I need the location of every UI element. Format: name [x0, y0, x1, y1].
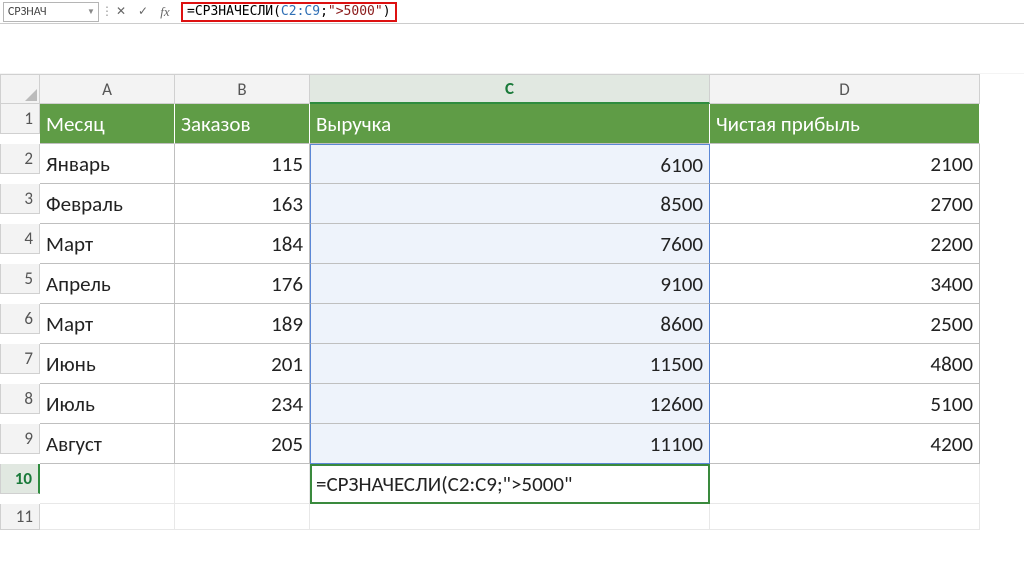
cell-A5[interactable]: Апрель [40, 264, 175, 304]
row-header[interactable]: 8 [0, 384, 40, 414]
cell-B6[interactable]: 189 [175, 304, 310, 344]
cell-D11[interactable] [710, 504, 980, 530]
cell-C11[interactable] [310, 504, 710, 530]
cell-D1[interactable]: Чистая прибыль [710, 104, 980, 144]
cell-C1[interactable]: Выручка [310, 104, 710, 144]
cell-B2[interactable]: 115 [175, 144, 310, 184]
cell-A2[interactable]: Январь [40, 144, 175, 184]
cell-B3[interactable]: 163 [175, 184, 310, 224]
cell-D7[interactable]: 4800 [710, 344, 980, 384]
cell-C7[interactable]: 11500 [310, 344, 710, 384]
cell-D6[interactable]: 2500 [710, 304, 980, 344]
name-box-dropdown-icon[interactable]: ▼ [84, 7, 98, 17]
cell-C5[interactable]: 9100 [310, 264, 710, 304]
row-header[interactable]: 11 [0, 504, 40, 530]
row-header[interactable]: 9 [0, 424, 40, 454]
cell-D2[interactable]: 2100 [710, 144, 980, 184]
formula-ref: C2:C9 [281, 4, 320, 19]
cell-B11[interactable] [175, 504, 310, 530]
cell-C4[interactable]: 7600 [310, 224, 710, 264]
cell-C9[interactable]: 11100 [310, 424, 710, 464]
cell-A7[interactable]: Июнь [40, 344, 175, 384]
cell-A11[interactable] [40, 504, 175, 530]
cell-D5[interactable]: 3400 [710, 264, 980, 304]
name-box[interactable]: СРЗНАЧ ▼ [3, 2, 99, 22]
cell-D4[interactable]: 2200 [710, 224, 980, 264]
formula-bar: СРЗНАЧ ▼ ⋮ ✕ ✓ fx =СРЗНАЧЕСЛИ(C2:C9;">50… [0, 0, 1024, 24]
formula-prefix: =СРЗНАЧЕСЛИ( [187, 4, 281, 19]
cell-D8[interactable]: 5100 [710, 384, 980, 424]
row-header[interactable]: 1 [0, 104, 40, 134]
row-header[interactable]: 2 [0, 144, 40, 174]
cell-B10[interactable] [175, 464, 310, 504]
row-header[interactable]: 3 [0, 184, 40, 214]
enter-button[interactable]: ✓ [133, 2, 153, 22]
cell-B1[interactable]: Заказов [175, 104, 310, 144]
cell-C6[interactable]: 8600 [310, 304, 710, 344]
cell-B5[interactable]: 176 [175, 264, 310, 304]
col-header-D[interactable]: D [710, 74, 980, 104]
row-header[interactable]: 4 [0, 224, 40, 254]
spreadsheet-grid[interactable]: A B C D 1 Месяц Заказов Выручка Чистая п… [0, 74, 1024, 530]
cancel-button[interactable]: ✕ [111, 2, 131, 22]
cell-A3[interactable]: Февраль [40, 184, 175, 224]
cell-A9[interactable]: Август [40, 424, 175, 464]
insert-function-button[interactable]: fx [155, 2, 175, 22]
cell-B8[interactable]: 234 [175, 384, 310, 424]
row-header[interactable]: 5 [0, 264, 40, 294]
col-header-A[interactable]: A [40, 74, 175, 104]
name-box-value: СРЗНАЧ [4, 5, 84, 19]
cell-A1[interactable]: Месяц [40, 104, 175, 144]
cell-A10[interactable] [40, 464, 175, 504]
formula-suffix: ) [383, 4, 391, 19]
cell-B4[interactable]: 184 [175, 224, 310, 264]
formula-str: ">5000" [328, 4, 383, 19]
cell-C8[interactable]: 12600 [310, 384, 710, 424]
cell-A8[interactable]: Июль [40, 384, 175, 424]
formula-sep: ; [320, 4, 328, 19]
ribbon-placeholder [0, 24, 1024, 74]
cell-C2[interactable]: 6100 [310, 144, 710, 184]
row-header[interactable]: 7 [0, 344, 40, 374]
cell-D3[interactable]: 2700 [710, 184, 980, 224]
separator: ⋮ [101, 4, 109, 19]
formula-input[interactable]: =СРЗНАЧЕСЛИ(C2:C9;">5000") [181, 2, 397, 22]
select-all-corner[interactable] [0, 74, 40, 104]
row-header[interactable]: 10 [0, 464, 40, 494]
col-header-B[interactable]: B [175, 74, 310, 104]
cell-B7[interactable]: 201 [175, 344, 310, 384]
col-header-C[interactable]: C [310, 74, 710, 104]
cell-D10[interactable] [710, 464, 980, 504]
cell-B9[interactable]: 205 [175, 424, 310, 464]
cell-C3[interactable]: 8500 [310, 184, 710, 224]
cell-A6[interactable]: Март [40, 304, 175, 344]
cell-D9[interactable]: 4200 [710, 424, 980, 464]
cell-C10-editing[interactable]: =СРЗНАЧЕСЛИ(C2:C9;">5000" [310, 464, 710, 504]
cell-A4[interactable]: Март [40, 224, 175, 264]
row-header[interactable]: 6 [0, 304, 40, 334]
